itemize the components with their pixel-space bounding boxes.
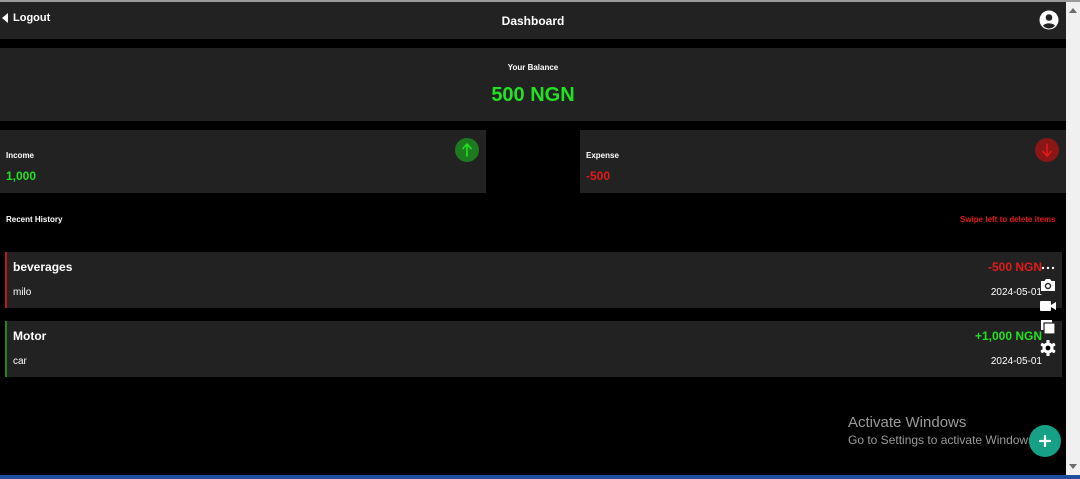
app-header: Logout Dashboard <box>0 2 1066 39</box>
transaction-amount: -500 NGN <box>987 260 1042 274</box>
taskbar-strip <box>0 475 1080 479</box>
watermark-subtitle: Go to Settings to activate Windows. <box>848 433 1038 447</box>
swipe-hint: Swipe left to delete items <box>960 215 1056 224</box>
transaction-row[interactable]: beverages milo -500 NGN 2024-05-01 <box>5 252 1062 308</box>
watermark-title: Activate Windows <box>848 414 967 431</box>
income-value: 1,000 <box>6 169 37 183</box>
expense-card: Expense -500 <box>580 130 1066 193</box>
scroll-up-arrow-icon[interactable] <box>1069 8 1077 13</box>
scroll-down-arrow-icon[interactable] <box>1069 464 1077 469</box>
balance-card: Your Balance 500 NGN <box>0 48 1066 121</box>
transaction-date: 2024-05-01 <box>990 287 1042 298</box>
more-icon[interactable] <box>1038 260 1058 270</box>
expense-label: Expense <box>586 151 619 160</box>
arrow-down-icon <box>1042 143 1052 157</box>
transaction-note: car <box>13 356 27 367</box>
income-badge <box>455 138 479 162</box>
recent-history-title: Recent History <box>6 215 63 224</box>
transaction-category: Motor <box>13 329 47 343</box>
income-card: Income 1,000 <box>0 130 486 193</box>
transaction-date: 2024-05-01 <box>990 356 1042 367</box>
income-label: Income <box>6 151 35 160</box>
page-title: Dashboard <box>501 14 565 28</box>
transaction-category: beverages <box>13 260 73 274</box>
balance-amount: 500 NGN <box>491 84 575 106</box>
video-icon[interactable] <box>1038 297 1058 315</box>
balance-label: Your Balance <box>507 63 559 72</box>
plus-icon <box>1039 435 1051 447</box>
page-scrollbar[interactable] <box>1066 2 1080 475</box>
transaction-row[interactable]: Motor car +1,000 NGN 2024-05-01 <box>5 321 1062 377</box>
account-circle-icon[interactable] <box>1039 10 1059 30</box>
activate-windows-watermark: Activate Windows Go to Settings to activ… <box>848 414 1037 447</box>
gear-icon[interactable] <box>1038 339 1058 357</box>
copy-icon[interactable] <box>1038 318 1058 336</box>
floating-toolbar <box>1036 260 1060 360</box>
expense-badge <box>1035 138 1059 162</box>
camera-icon[interactable] <box>1038 276 1058 294</box>
expense-value: -500 <box>586 169 611 183</box>
add-transaction-button[interactable] <box>1029 425 1061 457</box>
transaction-note: milo <box>13 287 32 298</box>
arrow-up-icon <box>462 143 472 157</box>
transaction-amount: +1,000 NGN <box>974 329 1042 343</box>
